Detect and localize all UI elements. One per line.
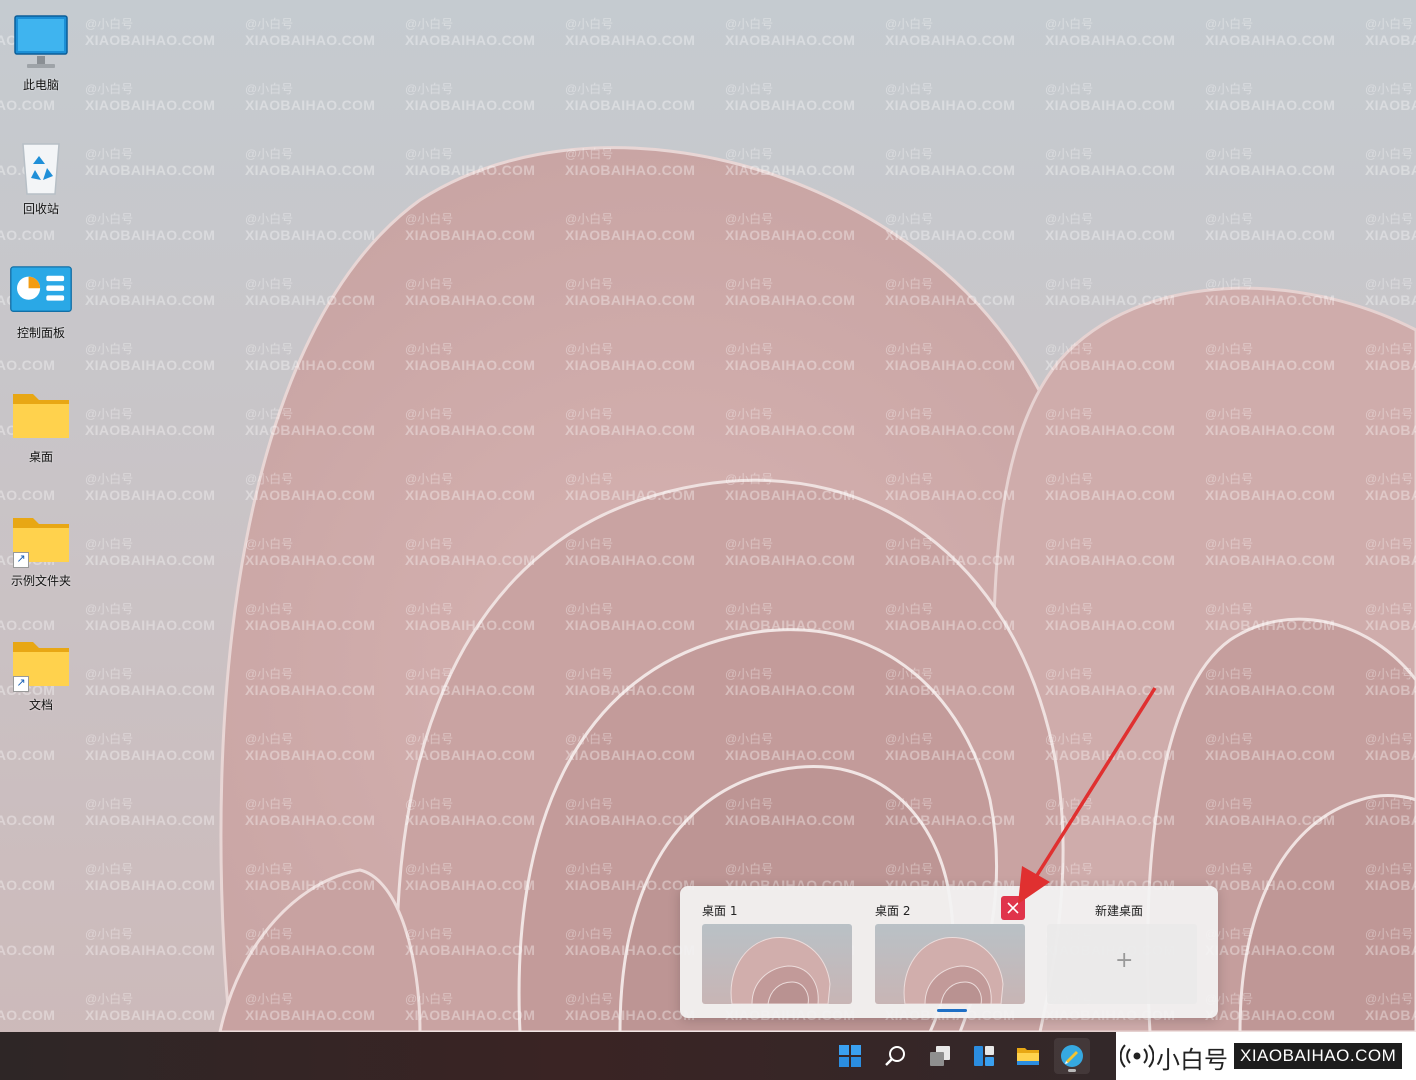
start-icon [839,1045,861,1067]
desktop-icon-this-pc[interactable]: 此电脑 [2,10,80,93]
task-view-button[interactable] [922,1038,958,1074]
desktop-icon-label: 文档 [28,698,53,712]
annotation-arrow [1018,687,1157,904]
desktop-icon-label: 桌面 [28,450,53,464]
desktop-icon-label: 示例文件夹 [10,574,71,588]
desktop-icon-label: 回收站 [22,202,59,216]
desktop-icon-label: 此电脑 [22,78,59,92]
folder-shortcut-icon: ↗ [9,630,73,694]
virtual-desktop-label: 桌面 1 [702,904,738,918]
folder-icon [9,382,73,446]
app-button[interactable] [1054,1038,1090,1074]
desktop-icon-control-panel[interactable]: 控制面板 [2,258,80,341]
virtual-desktop-1[interactable]: 桌面 1 [680,886,852,1018]
monitor-icon [9,10,73,74]
virtual-desktop-2[interactable]: 桌面 2 [853,886,1025,1018]
search-icon [885,1046,905,1066]
active-desktop-indicator [937,1009,967,1012]
desktop-icon-sample-folder[interactable]: ↗ 示例文件夹 [2,506,80,589]
wallpaper [218,146,1416,1032]
start-button[interactable] [832,1038,868,1074]
plus-icon: + [1115,948,1134,973]
desktop-icon-recycle-bin[interactable]: 回收站 [2,134,80,217]
virtual-desktop-label: 桌面 2 [875,904,911,918]
virtual-desktop-thumbnail[interactable] [702,924,852,1004]
desktop-icon-label: 控制面板 [16,326,65,340]
file-explorer-button[interactable] [1010,1038,1046,1074]
search-button[interactable] [878,1038,914,1074]
desktop-icon-desktop-folder[interactable]: 桌面 [2,382,80,465]
running-indicator [1068,1069,1076,1072]
control-panel-icon [9,258,73,322]
folder-shortcut-icon: ↗ [9,506,73,570]
brand-name-cn: 小白号 [1156,1046,1228,1074]
desktop-icon-documents[interactable]: ↗ 文档 [2,630,80,713]
widgets-button[interactable] [966,1038,1002,1074]
file-explorer-icon [1017,1048,1039,1065]
task-view-icon [930,1046,950,1066]
recycle-bin-icon [9,134,73,198]
brand-logo: 小白号 XIAOBAIHAO.COM [1116,1032,1416,1080]
broadcast-icon [1120,1044,1154,1068]
app-icon [1061,1045,1083,1067]
brand-name-en: XIAOBAIHAO.COM [1234,1043,1403,1069]
new-desktop-area[interactable]: + [1047,924,1197,1004]
widgets-icon [974,1046,994,1066]
virtual-desktop-thumbnail[interactable] [875,924,1025,1004]
shortcut-arrow-icon: ↗ [13,552,29,568]
desktop-screen: @小白号 XIAOBAIHAO.COM @小白号 XIAOBAIHAO.COM @小白号… [0,0,1416,1080]
shortcut-arrow-icon: ↗ [13,676,29,692]
